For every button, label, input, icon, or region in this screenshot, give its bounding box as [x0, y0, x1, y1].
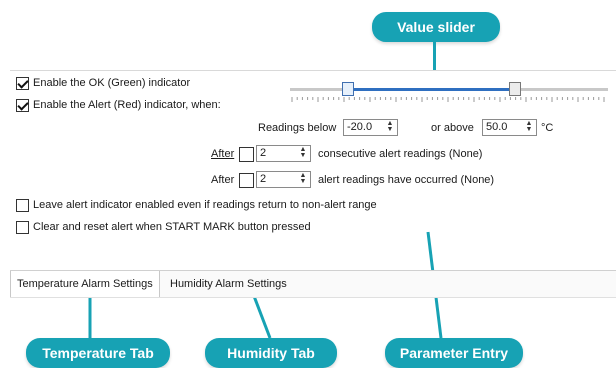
tab-humidity-alarm-settings[interactable]: Humidity Alarm Settings: [164, 271, 293, 297]
parameter-entry-pointer: [88, 231, 443, 339]
settings-tab-bar: Temperature Alarm Settings Humidity Alar…: [10, 270, 616, 298]
parameter-entry-callout: Parameter Entry: [385, 338, 523, 368]
tab-temperature-alarm-settings[interactable]: Temperature Alarm Settings: [10, 271, 160, 297]
temperature-tab-callout: Temperature Tab: [26, 338, 170, 368]
humidity-tab-callout: Humidity Tab: [205, 338, 337, 368]
